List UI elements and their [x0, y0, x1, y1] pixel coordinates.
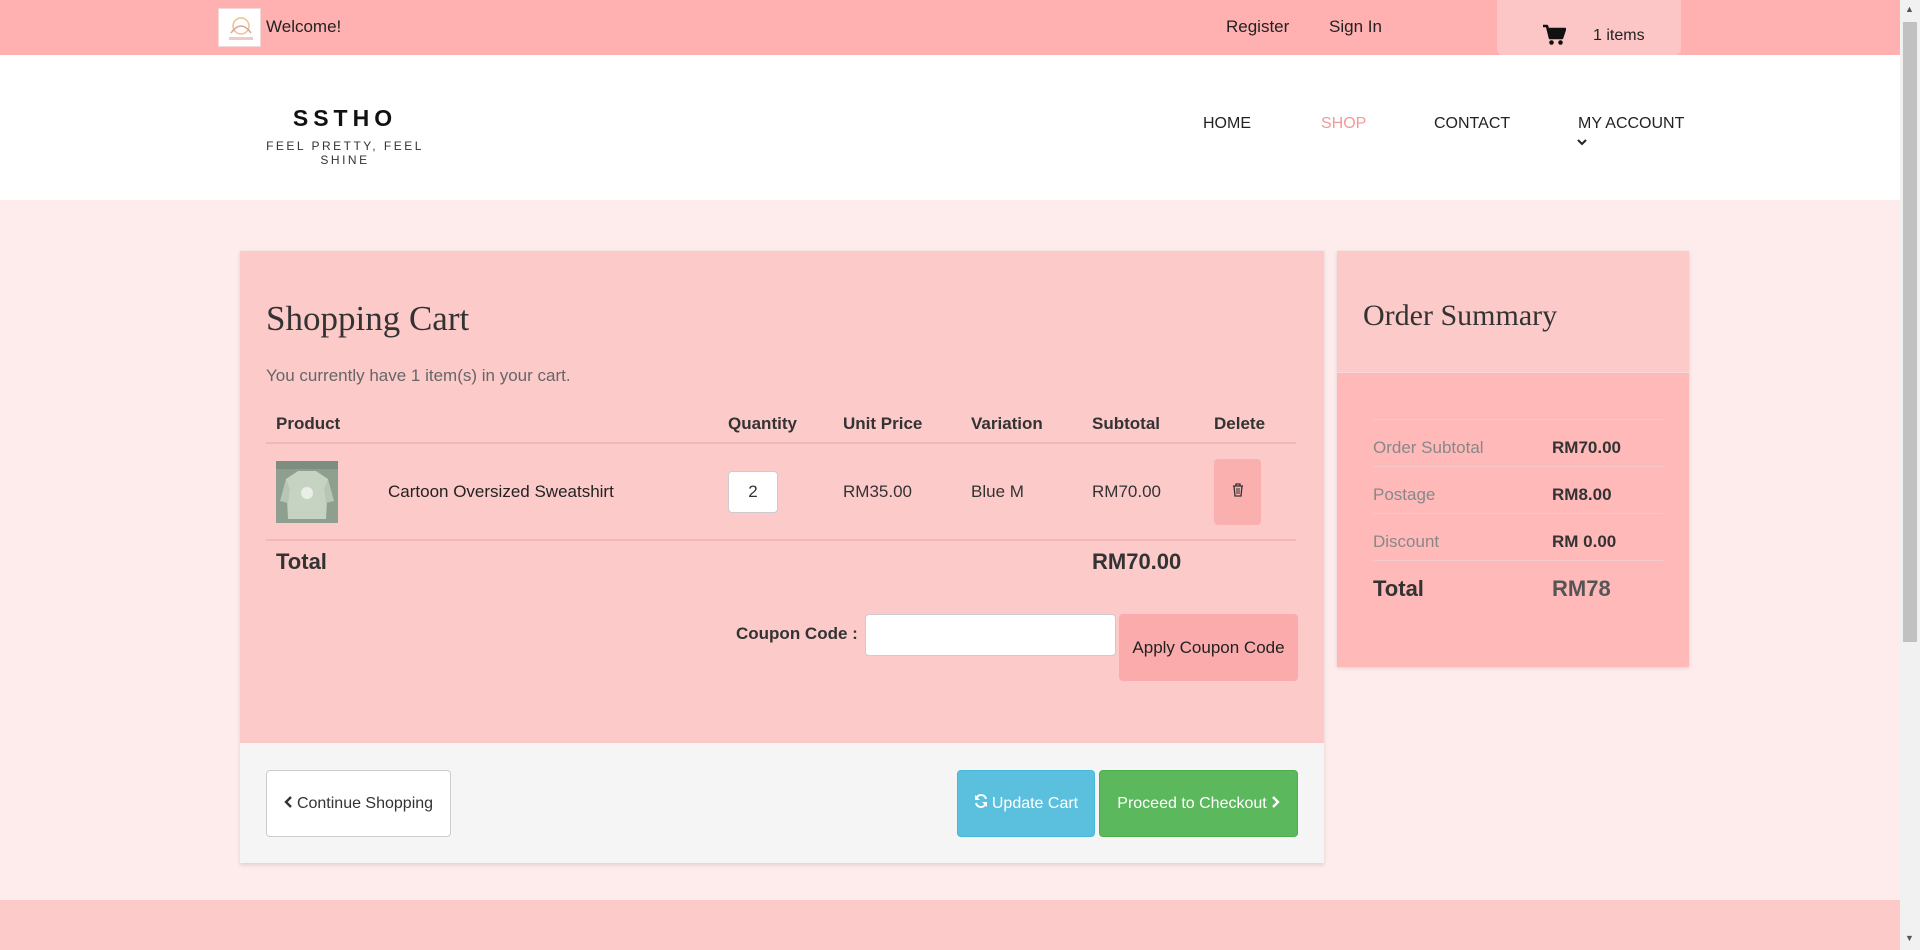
cart-total-label: Total [276, 549, 327, 574]
delete-item-button[interactable] [1214, 459, 1261, 525]
summary-total-value: RM78 [1552, 576, 1611, 601]
order-summary-header: Order Summary [1337, 251, 1689, 373]
column-header-delete: Delete [1214, 414, 1266, 433]
sign-in-link[interactable]: Sign In [1329, 17, 1382, 37]
summary-row-label: Order Subtotal [1373, 438, 1484, 457]
summary-divider [1373, 560, 1663, 561]
scroll-down-arrow-icon[interactable]: ▼ [1905, 933, 1914, 943]
summary-divider [1373, 466, 1663, 467]
cart-item-count-text: You currently have 1 item(s) in your car… [266, 366, 571, 385]
register-link[interactable]: Register [1226, 17, 1289, 37]
apply-coupon-button[interactable]: Apply Coupon Code [1119, 614, 1298, 681]
trash-icon [1232, 482, 1244, 502]
top-bar: Welcome! Register Sign In 1 items [0, 0, 1900, 55]
summary-row-label: Discount [1373, 532, 1440, 551]
summary-divider [1373, 419, 1663, 420]
summary-row-value: RM70.00 [1552, 438, 1621, 457]
continue-shopping-label: Continue Shopping [296, 794, 434, 812]
site-header: SSTHO FEEL PRETTY, FEEL SHINE HOME SHOP … [0, 55, 1900, 200]
brand-name: SSTHO [292, 105, 398, 131]
nav-shop[interactable]: SHOP [1321, 115, 1366, 133]
brand-tagline: FEEL PRETTY, FEEL SHINE [266, 139, 424, 167]
brand-logo[interactable]: SSTHO FEEL PRETTY, FEEL SHINE [240, 105, 450, 167]
scrollbar-thumb[interactable] [1903, 22, 1917, 642]
cart-title: Shopping Cart [266, 299, 470, 338]
continue-shopping-button[interactable]: Continue Shopping [266, 770, 451, 837]
chevron-down-icon[interactable] [1577, 137, 1587, 149]
unit-price: RM35.00 [843, 482, 912, 501]
variation: Blue M [971, 482, 1024, 501]
summary-total-label: Total [1373, 576, 1424, 601]
summary-row-value: RM8.00 [1552, 485, 1612, 504]
coupon-code-input[interactable] [865, 614, 1116, 656]
chevron-left-icon [284, 795, 293, 813]
mini-cart[interactable]: 1 items [1497, 0, 1681, 55]
product-image[interactable] [276, 461, 338, 523]
nav-home[interactable]: HOME [1203, 115, 1251, 133]
scroll-up-arrow-icon[interactable]: ▲ [1905, 4, 1914, 14]
column-header-product: Product [276, 414, 341, 433]
shopping-cart-icon [1542, 24, 1567, 51]
checkout-label: Proceed to Checkout [1117, 794, 1267, 812]
summary-row-value: RM 0.00 [1552, 532, 1617, 551]
coupon-code-label: Coupon Code : [736, 624, 858, 643]
update-cart-label: Update Cart [991, 794, 1079, 812]
quantity-input[interactable]: 2 [728, 471, 778, 513]
nav-my-account[interactable]: MY ACCOUNT [1578, 115, 1684, 133]
shopping-cart-panel: Shopping Cart You currently have 1 item(… [240, 251, 1324, 863]
product-name[interactable]: Cartoon Oversized Sweatshirt [388, 482, 614, 502]
vertical-scrollbar[interactable]: ▲ ▼ [1900, 0, 1920, 950]
footer-band [0, 900, 1900, 950]
table-divider [266, 442, 1296, 444]
proceed-to-checkout-button[interactable]: Proceed to Checkout [1099, 770, 1298, 837]
cart-count: 1 items [1593, 27, 1645, 44]
cart-total-value: RM70.00 [1092, 549, 1182, 574]
nav-contact[interactable]: CONTACT [1434, 115, 1510, 133]
summary-row-label: Postage [1373, 485, 1436, 504]
column-header-subtotal: Subtotal [1092, 414, 1160, 433]
chevron-right-icon [1271, 795, 1280, 813]
update-cart-button[interactable]: Update Cart [957, 770, 1095, 837]
store-logo-thumbnail[interactable] [218, 8, 261, 47]
summary-divider [1373, 513, 1663, 514]
item-subtotal: RM70.00 [1092, 482, 1161, 501]
column-header-unit-price: Unit Price [843, 414, 923, 433]
column-header-variation: Variation [971, 414, 1043, 433]
cart-actions-bar: Continue Shopping Update Cart Proceed to… [240, 743, 1324, 863]
table-divider [266, 539, 1296, 541]
order-summary-panel: Order Summary Order Subtotal RM70.00 Pos… [1337, 251, 1689, 667]
order-summary-title: Order Summary [1363, 299, 1558, 332]
welcome-text: Welcome! [266, 17, 342, 36]
refresh-icon [974, 793, 988, 813]
column-header-quantity: Quantity [728, 414, 797, 433]
